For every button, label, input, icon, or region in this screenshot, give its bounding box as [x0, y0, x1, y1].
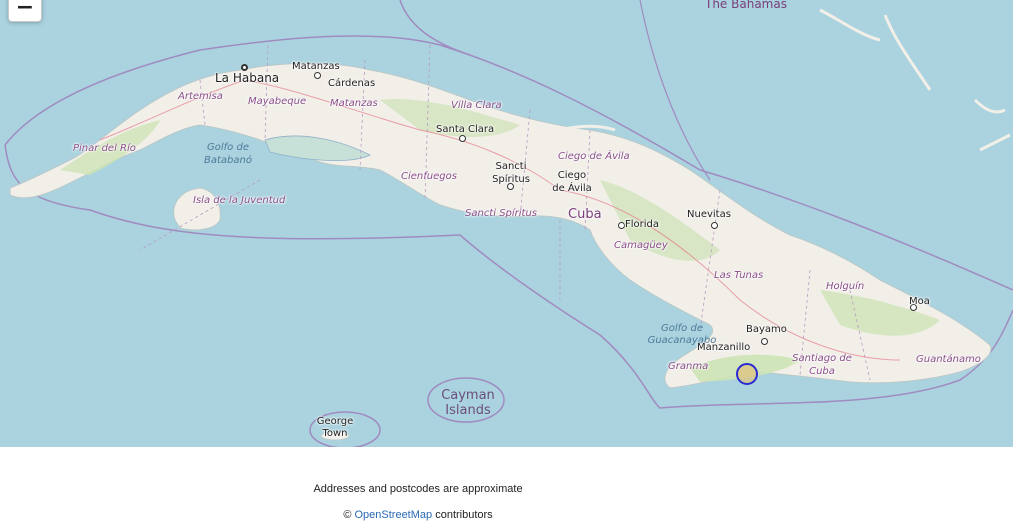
- label-golfo-batabano: Golfo de Batabanó: [204, 142, 252, 166]
- label-matanzas-province: Matanzas: [330, 98, 378, 109]
- label-santiago-de-cuba: Santiago de Cuba: [792, 353, 852, 377]
- label-santa-clara: Santa Clara: [436, 124, 495, 135]
- label-sancti-spiritus-province: Sancti Spíritus: [465, 208, 538, 219]
- label-camaguey: Camagüey: [614, 240, 668, 251]
- bahamas-islands-2: [883, 14, 932, 91]
- label-villa-clara: Villa Clara: [451, 100, 502, 111]
- zoom-out-button[interactable]: −: [8, 0, 42, 22]
- label-florida: Florida: [625, 219, 660, 230]
- city-dot-matanzas: [314, 72, 321, 79]
- label-ciego-province: Ciego de Ávila: [558, 151, 630, 162]
- city-dot-nuevitas: [711, 222, 718, 229]
- footer-note: Addresses and postcodes are approximate: [313, 483, 523, 495]
- label-george-town: George Town: [316, 416, 354, 439]
- label-the-bahamas: The Bahamas: [705, 0, 787, 11]
- copyright-symbol: ©: [343, 509, 352, 521]
- label-nuevitas: Nuevitas: [687, 209, 731, 220]
- map-layer: [4, 0, 1013, 447]
- label-cayman-islands: Cayman Islands: [441, 388, 495, 418]
- bahamas-islands-4: [979, 133, 1011, 152]
- label-mayabeque: Mayabeque: [248, 96, 307, 107]
- label-holguin: Holguín: [826, 281, 865, 292]
- label-matanzas-city: Matanzas: [292, 61, 340, 72]
- maritime-boundary-bahamas: [399, 0, 471, 56]
- label-bayamo: Bayamo: [746, 324, 787, 335]
- bahamas-islands-3: [973, 98, 1006, 114]
- city-dot-sancti-spiritus: [507, 183, 514, 190]
- city-dot-bayamo: [761, 338, 768, 345]
- openstreetmap-link[interactable]: OpenStreetMap: [354, 509, 432, 521]
- capital-marker: [241, 64, 248, 71]
- label-cuba: Cuba: [568, 207, 602, 222]
- footer-attribution: © OpenStreetMap contributors: [0, 509, 836, 521]
- label-ciego-city: Ciego de Ávila: [552, 170, 592, 194]
- label-manzanillo: Manzanillo: [697, 342, 751, 353]
- label-moa: Moa: [909, 296, 930, 307]
- label-cardenas: Cárdenas: [328, 78, 376, 89]
- label-guantanamo: Guantánamo: [916, 354, 981, 365]
- contributors-text: contributors: [435, 509, 493, 521]
- cuba-island: [9, 62, 992, 389]
- label-granma: Granma: [668, 361, 709, 372]
- label-artemisa: Artemisa: [178, 91, 223, 102]
- label-cienfuegos: Cienfuegos: [401, 171, 457, 182]
- label-la-habana: La Habana: [215, 71, 280, 85]
- map-canvas[interactable]: − The Bahamas La Habana Matanzas Cárdena…: [0, 0, 1013, 447]
- location-marker[interactable]: [736, 363, 758, 385]
- city-dot-florida: [618, 222, 625, 229]
- label-isla-juventud: Isla de la Juventud: [193, 195, 286, 206]
- bahamas-islands-1: [819, 8, 881, 42]
- city-dot-santa-clara: [459, 135, 466, 142]
- label-pinar-del-rio: Pinar del Río: [73, 143, 136, 154]
- label-las-tunas: Las Tunas: [714, 270, 764, 281]
